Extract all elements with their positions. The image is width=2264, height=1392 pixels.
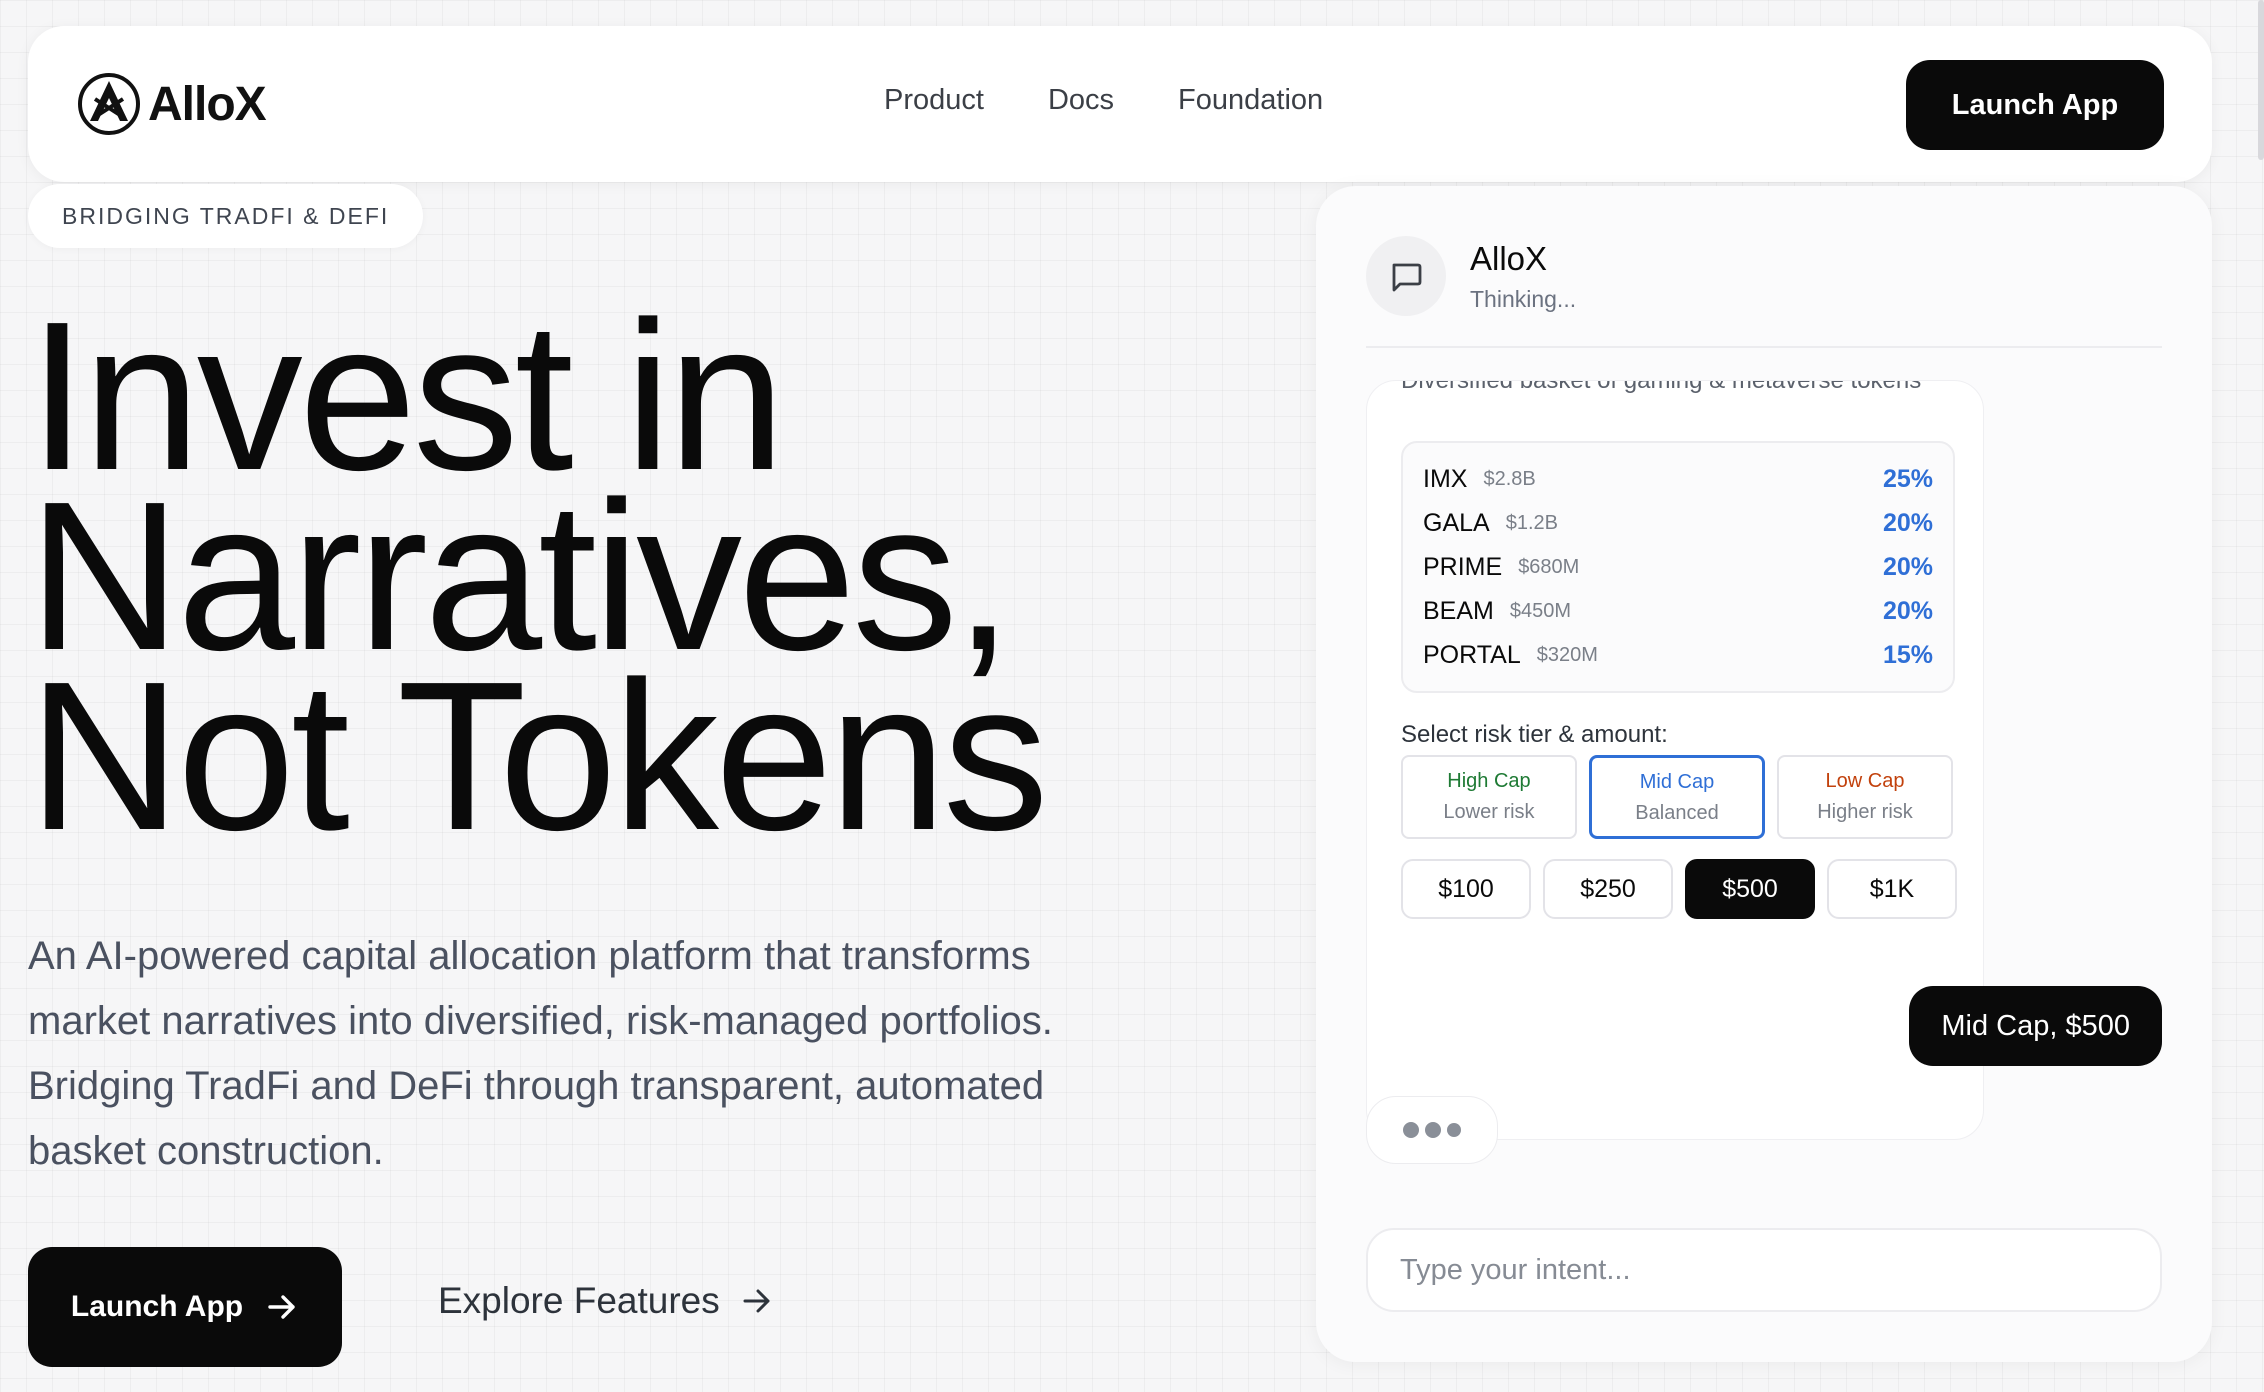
- chat-status: Thinking...: [1470, 285, 1577, 312]
- allocation-table: IMX $2.8B 25% GALA $1.2B 20% PRIME $680M…: [1401, 441, 1955, 693]
- nav-link-foundation[interactable]: Foundation: [1178, 84, 1323, 117]
- chat-avatar: [1366, 236, 1446, 316]
- brand-logo[interactable]: AlloX: [76, 71, 267, 137]
- tier-mid-cap-button[interactable]: Mid Cap Balanced: [1589, 755, 1765, 839]
- typing-dot: [1403, 1122, 1419, 1138]
- token-symbol: PORTAL: [1423, 640, 1521, 669]
- token-market-cap: $450M: [1509, 599, 1572, 622]
- tier-title: Low Cap: [1825, 770, 1905, 792]
- token-market-cap: $1.2B: [1505, 511, 1558, 534]
- nav-link-docs[interactable]: Docs: [1048, 84, 1114, 117]
- tier-low-cap-button[interactable]: Low Cap Higher risk: [1777, 755, 1953, 839]
- hero-badge: BRIDGING TRADFI & DEFI: [28, 184, 424, 248]
- chat-agent-name: AlloX: [1470, 239, 1548, 277]
- tier-title: High Cap: [1447, 770, 1531, 792]
- headline-line-3: Not Tokens: [28, 637, 1049, 874]
- allox-logo-icon: [78, 73, 140, 135]
- allocation-row: BEAM $450M 20%: [1423, 589, 1933, 633]
- amount-1k-button[interactable]: $1K: [1827, 859, 1957, 919]
- token-symbol: GALA: [1423, 508, 1490, 537]
- brand-name: AlloX: [148, 77, 267, 131]
- token-weight: 15%: [1882, 640, 1933, 669]
- token-weight: 20%: [1882, 508, 1933, 537]
- token-symbol: PRIME: [1423, 552, 1503, 581]
- page-scrollbar[interactable]: [2258, 0, 2264, 160]
- typing-indicator: [1366, 1096, 1498, 1164]
- typing-dot: [1425, 1122, 1441, 1138]
- chat-header-divider: [1366, 346, 2162, 348]
- top-navbar: AlloX Product Docs Foundation Launch App: [28, 26, 2212, 182]
- chat-intent-input[interactable]: [1366, 1228, 2162, 1312]
- hero-launch-app-button[interactable]: Launch App: [28, 1247, 342, 1367]
- explore-features-link[interactable]: Explore Features: [438, 1280, 774, 1322]
- token-weight: 20%: [1882, 596, 1933, 625]
- tier-title: Mid Cap: [1639, 771, 1715, 793]
- risk-tier-label: Select risk tier & amount:: [1401, 721, 1668, 748]
- amount-100-button[interactable]: $100: [1401, 859, 1531, 919]
- tier-description: Balanced: [1635, 802, 1719, 824]
- nav-launch-app-button[interactable]: Launch App: [1906, 60, 2164, 150]
- token-weight: 20%: [1882, 552, 1933, 581]
- basket-card: Diversified basket of gaming & metaverse…: [1366, 380, 1984, 1140]
- token-market-cap: $320M: [1536, 643, 1598, 666]
- typing-dot: [1447, 1123, 1461, 1137]
- chat-panel: AlloX Thinking... Diversified basket of …: [1316, 186, 2212, 1362]
- nav-links: Product Docs Foundation: [884, 84, 1387, 117]
- nav-link-product[interactable]: Product: [884, 84, 984, 117]
- arrow-right-icon: [743, 1289, 770, 1313]
- hero-headline: Invest in Narratives, Not Tokens: [28, 290, 1228, 874]
- token-symbol: BEAM: [1423, 596, 1494, 625]
- chat-bubble-icon: [1392, 263, 1422, 292]
- hero-launch-app-label: Launch App: [70, 1290, 244, 1323]
- allocation-row: PORTAL $320M 15%: [1423, 633, 1933, 677]
- allocation-row: GALA $1.2B 20%: [1423, 501, 1933, 545]
- allocation-row: IMX $2.8B 25%: [1423, 457, 1933, 501]
- token-market-cap: $2.8B: [1483, 467, 1536, 490]
- tier-description: Lower risk: [1443, 801, 1535, 823]
- token-weight: 25%: [1882, 464, 1933, 493]
- chat-header: AlloX Thinking...: [1366, 236, 1576, 316]
- explore-features-label: Explore Features: [438, 1280, 720, 1321]
- user-message-bubble: Mid Cap, $500: [1909, 986, 2162, 1066]
- basket-description: Diversified basket of gaming & metaverse…: [1401, 380, 1922, 394]
- hero-subtitle: An AI-powered capital allocation platfor…: [28, 934, 1053, 1173]
- tier-high-cap-button[interactable]: High Cap Lower risk: [1401, 755, 1577, 839]
- amount-250-button[interactable]: $250: [1543, 859, 1673, 919]
- tier-description: Higher risk: [1817, 801, 1913, 823]
- arrow-right-icon: [268, 1295, 295, 1319]
- allocation-row: PRIME $680M 20%: [1423, 545, 1933, 589]
- token-symbol: IMX: [1423, 464, 1468, 493]
- token-market-cap: $680M: [1518, 555, 1580, 578]
- amount-500-button[interactable]: $500: [1685, 859, 1815, 919]
